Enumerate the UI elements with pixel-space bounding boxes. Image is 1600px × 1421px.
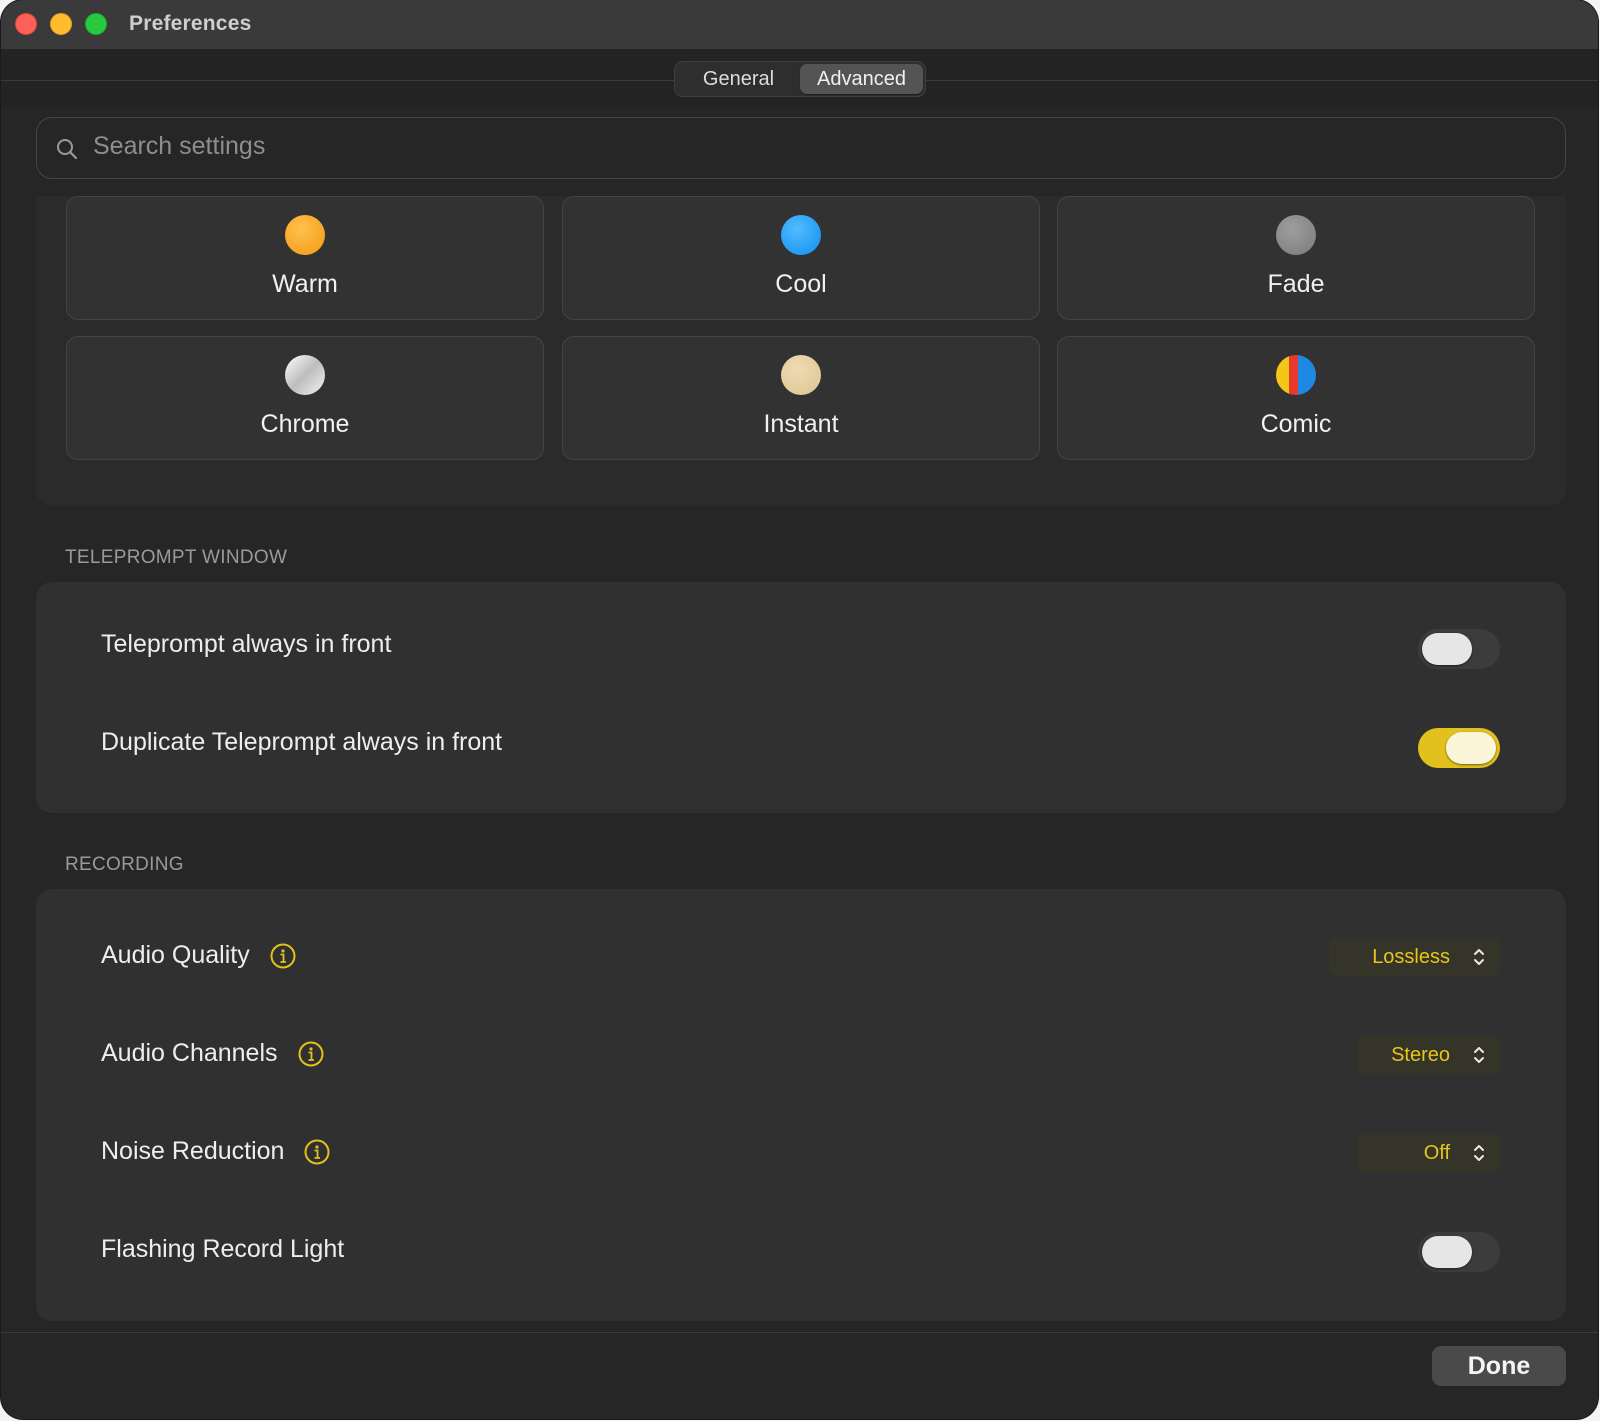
filter-label: Chrome [260, 410, 350, 438]
search-field[interactable]: Search settings [36, 117, 1566, 179]
preferences-window: Preferences General Advanced Search sett… [1, 0, 1598, 1419]
section-heading-teleprompt: TELEPROMPT WINDOW [65, 547, 288, 568]
filter-label: Instant [763, 410, 839, 438]
toggle-knob [1446, 732, 1496, 764]
info-icon[interactable] [298, 1041, 324, 1067]
setting-label: Duplicate Teleprompt always in front [101, 728, 503, 756]
recording-panel: Audio Quality Lossless Audio Channels St… [36, 889, 1566, 1321]
teleprompt-front-toggle[interactable] [1418, 629, 1500, 669]
teleprompt-panel: Teleprompt always in front Duplicate Tel… [36, 582, 1566, 813]
window-title: Preferences [129, 12, 252, 35]
audio-quality-row: Audio Quality [101, 941, 296, 970]
chevron-up-down-icon [1474, 1145, 1484, 1161]
setting-label: Audio Quality [101, 941, 250, 969]
title-bar: Preferences [1, 0, 1598, 50]
duplicate-teleprompt-front-toggle[interactable] [1418, 728, 1500, 768]
toggle-knob [1422, 1236, 1472, 1268]
filter-panel: Warm Cool Fade Chrome Instant Comic [36, 196, 1566, 506]
filter-label: Comic [1260, 410, 1332, 438]
search-placeholder: Search settings [93, 132, 266, 160]
close-window-button[interactable] [15, 13, 37, 35]
flashing-record-light-toggle[interactable] [1418, 1232, 1500, 1272]
setting-label: Audio Channels [101, 1039, 278, 1067]
filter-cool[interactable]: Cool [562, 196, 1040, 320]
footer-divider [1, 1332, 1598, 1333]
filter-label: Warm [272, 270, 338, 298]
cool-swatch-icon [781, 215, 821, 255]
minimize-window-button[interactable] [50, 13, 72, 35]
filter-fade[interactable]: Fade [1057, 196, 1535, 320]
tab-switcher: General Advanced [674, 61, 926, 97]
noise-reduction-row: Noise Reduction [101, 1137, 330, 1166]
chevron-up-down-icon [1474, 949, 1484, 965]
setting-label: Teleprompt always in front [101, 630, 392, 658]
filter-comic[interactable]: Comic [1057, 336, 1535, 460]
tab-advanced[interactable]: Advanced [800, 64, 923, 94]
filter-chrome[interactable]: Chrome [66, 336, 544, 460]
audio-channels-row: Audio Channels [101, 1039, 324, 1068]
info-icon[interactable] [270, 943, 296, 969]
chevron-up-down-icon [1474, 1047, 1484, 1063]
fade-swatch-icon [1276, 215, 1316, 255]
instant-swatch-icon [781, 355, 821, 395]
comic-swatch-icon [1276, 355, 1316, 395]
filter-warm[interactable]: Warm [66, 196, 544, 320]
toggle-knob [1422, 633, 1472, 665]
setting-label: Noise Reduction [101, 1137, 285, 1165]
select-value: Stereo [1391, 1043, 1450, 1066]
setting-label: Flashing Record Light [101, 1235, 345, 1263]
filter-label: Cool [775, 270, 827, 298]
select-value: Lossless [1372, 945, 1450, 968]
search-icon [57, 139, 78, 160]
audio-channels-select[interactable]: Stereo [1357, 1036, 1500, 1074]
tab-general[interactable]: General [677, 64, 800, 94]
filter-instant[interactable]: Instant [562, 336, 1040, 460]
warm-swatch-icon [285, 215, 325, 255]
done-button[interactable]: Done [1432, 1346, 1566, 1386]
audio-quality-select[interactable]: Lossless [1329, 938, 1500, 976]
select-value: Off [1423, 1141, 1450, 1164]
noise-reduction-select[interactable]: Off [1357, 1134, 1500, 1172]
chrome-swatch-icon [285, 355, 325, 395]
section-heading-recording: RECORDING [65, 854, 184, 875]
zoom-window-button[interactable] [85, 13, 107, 35]
filter-label: Fade [1267, 270, 1325, 298]
info-icon[interactable] [304, 1139, 330, 1165]
